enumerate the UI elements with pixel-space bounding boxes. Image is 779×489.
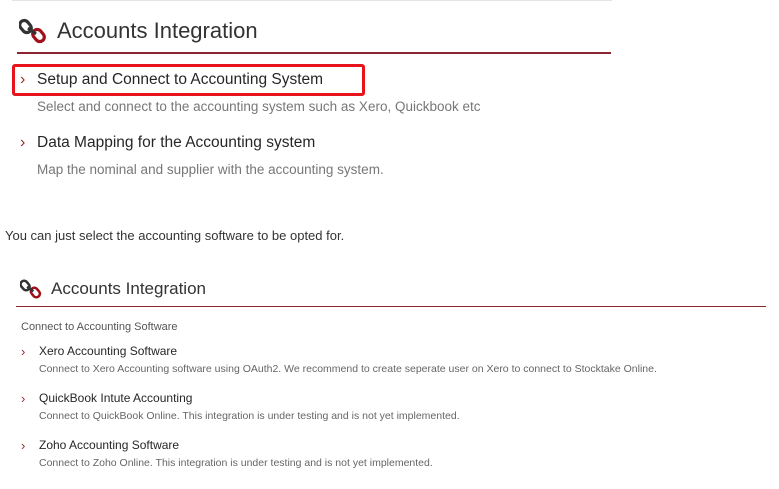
top-divider [12, 0, 612, 1]
panel2-title: Accounts Integration [51, 279, 206, 298]
xero-link[interactable]: Xero Accounting Software [39, 344, 177, 359]
setup-connect-link[interactable]: Setup and Connect to Accounting System [37, 71, 323, 89]
data-mapping-description: Map the nominal and supplier with the ac… [37, 162, 384, 177]
zoho-item[interactable]: › Zoho Accounting Software Connect to Zo… [21, 438, 433, 469]
panel1-header: Accounts Integration [19, 16, 258, 46]
panel2-subtitle: Connect to Accounting Software [21, 321, 178, 333]
panel2-divider [16, 306, 766, 307]
panel1-divider [17, 52, 611, 54]
quickbook-item[interactable]: › QuickBook Intute Accounting Connect to… [21, 391, 460, 422]
link-icon [20, 279, 42, 299]
xero-description: Connect to Xero Accounting software usin… [39, 363, 657, 375]
data-mapping-link[interactable]: Data Mapping for the Accounting system [37, 134, 315, 152]
panel2-header: Accounts Integration [20, 278, 206, 300]
chevron-right-icon: › [21, 344, 26, 359]
zoho-link[interactable]: Zoho Accounting Software [39, 438, 179, 453]
zoho-description: Connect to Zoho Online. This integration… [39, 457, 433, 469]
data-mapping-item[interactable]: › Data Mapping for the Accounting system… [20, 134, 384, 177]
quickbook-description: Connect to QuickBook Online. This integr… [39, 410, 460, 422]
xero-item[interactable]: › Xero Accounting Software Connect to Xe… [21, 344, 657, 375]
chevron-right-icon: › [20, 71, 26, 88]
instruction-text: You can just select the accounting softw… [5, 228, 345, 243]
link-icon [19, 18, 46, 44]
setup-connect-item[interactable]: › Setup and Connect to Accounting System… [20, 71, 481, 114]
panel1-title: Accounts Integration [57, 18, 258, 43]
setup-connect-description: Select and connect to the accounting sys… [37, 99, 481, 114]
chevron-right-icon: › [20, 134, 26, 151]
chevron-right-icon: › [21, 438, 26, 453]
chevron-right-icon: › [21, 391, 26, 406]
quickbook-link[interactable]: QuickBook Intute Accounting [39, 391, 192, 406]
